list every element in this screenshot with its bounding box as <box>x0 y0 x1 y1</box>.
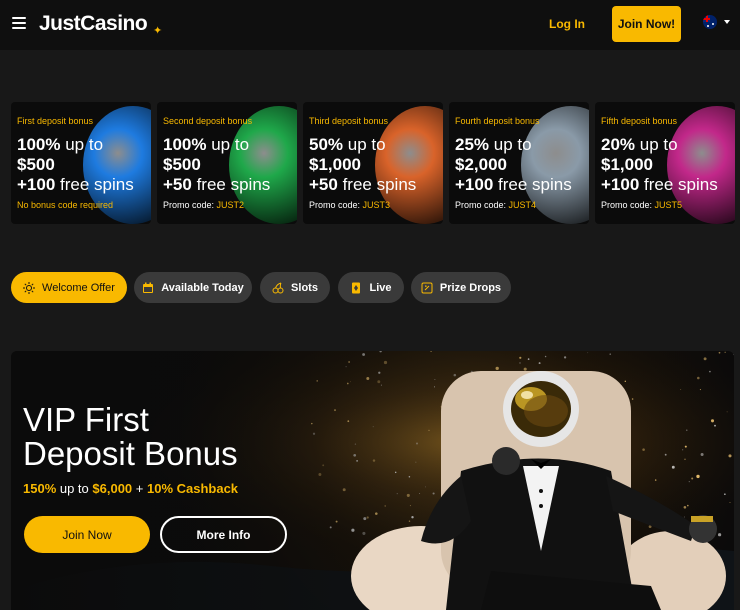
bonus-card-promo: Promo code: JUST5 <box>601 200 683 210</box>
filter-chip-label: Available Today <box>161 281 244 294</box>
bonus-card-title: Second deposit bonus <box>163 116 253 126</box>
menu-icon[interactable] <box>12 17 26 29</box>
bonus-card-title: Third deposit bonus <box>309 116 389 126</box>
bonus-card-promo: Promo code: JUST2 <box>163 200 245 210</box>
join-now-button[interactable]: Join Now! <box>612 6 681 42</box>
bonus-card-amount: $500 <box>17 155 55 174</box>
australia-flag-icon[interactable] <box>703 15 717 29</box>
bonus-card[interactable]: First deposit bonus 100% up to $500 +100 fr… <box>11 102 151 224</box>
bonus-card-title: Fifth deposit bonus <box>601 116 678 126</box>
bonus-card-amount: $1,000 <box>601 155 653 174</box>
bonus-card-percent: 100% up to <box>163 135 250 154</box>
bonus-card-spins: +100 free spins <box>455 175 572 194</box>
hero-sub-text: up to <box>56 481 93 496</box>
hero-banner: VIP First Deposit Bonus 150% up to $6,00… <box>11 351 734 610</box>
hero-title-line2: Deposit Bonus <box>23 435 238 472</box>
bonus-card-spins: +100 free spins <box>17 175 134 194</box>
bonus-card-promo: No bonus code required <box>17 200 114 210</box>
promo-code: JUST2 <box>216 200 245 210</box>
bonus-card-promo: Promo code: JUST4 <box>455 200 537 210</box>
card-icon <box>350 282 362 294</box>
hero-title: VIP First Deposit Bonus <box>23 403 238 471</box>
sun-icon <box>23 281 36 294</box>
filter-chip-label: Live <box>369 281 392 294</box>
astronaut-illustration <box>351 371 726 610</box>
bonus-card-title: Fourth deposit bonus <box>455 116 540 126</box>
hero-title-line1: VIP First <box>23 401 149 438</box>
bonus-card-amount: $500 <box>163 155 201 174</box>
hero-join-button[interactable]: Join Now <box>24 516 150 553</box>
bonus-card-spins: +100 free spins <box>601 175 718 194</box>
bonus-card[interactable]: Second deposit bonus 100% up to $500 +50 fr… <box>157 102 297 224</box>
prize-icon <box>421 282 433 294</box>
bonus-card[interactable]: Third deposit bonus 50% up to $1,000 +50 fr… <box>303 102 443 224</box>
cherries-icon <box>272 282 284 294</box>
bonus-card-promo: Promo code: JUST3 <box>309 200 391 210</box>
filter-chip-prize-drops[interactable]: Prize Drops <box>411 272 511 303</box>
filter-chip-welcome-offer[interactable]: Welcome Offer <box>11 272 127 303</box>
calendar-icon <box>142 282 154 294</box>
filter-chip-available-today[interactable]: Available Today <box>134 272 252 303</box>
promo-code: JUST5 <box>654 200 683 210</box>
hero-subtitle: 150% up to $6,000 + 10% Cashback <box>23 481 238 496</box>
bonus-card-percent: 50% up to <box>309 135 386 154</box>
promo-code: JUST4 <box>508 200 537 210</box>
hero-sub-cashback: 10% Cashback <box>146 481 239 496</box>
logo[interactable]: JustCasino <box>39 12 148 36</box>
promo-code: JUST3 <box>362 200 391 210</box>
bonus-card-percent: 20% up to <box>601 135 678 154</box>
hero-sub-amount: $6,000 <box>92 481 133 496</box>
filter-chip-label: Prize Drops <box>439 281 502 294</box>
bonus-card[interactable]: Fourth deposit bonus 25% up to $2,000 +100 … <box>449 102 589 224</box>
bonus-card-percent: 100% up to <box>17 135 104 154</box>
login-link[interactable]: Log In <box>549 17 585 31</box>
top-header: JustCasino ✦ Log In Join Now! <box>0 0 740 50</box>
bonus-card-spins: +50 free spins <box>163 175 271 194</box>
bonus-card-percent: 25% up to <box>455 135 532 154</box>
hero-more-info-button[interactable]: More Info <box>160 516 287 553</box>
bonus-card-spins: +50 free spins <box>309 175 417 194</box>
logo-star-icon: ✦ <box>153 25 163 37</box>
filter-chip-label: Slots <box>291 281 318 294</box>
filter-chip-slots[interactable]: Slots <box>260 272 330 303</box>
filter-chip-label: Welcome Offer <box>42 281 115 294</box>
hero-sub-plus: + <box>132 481 147 496</box>
bonus-card-amount: $2,000 <box>455 155 507 174</box>
bonus-card-title: First deposit bonus <box>17 116 94 126</box>
filter-chip-live[interactable]: Live <box>338 272 404 303</box>
bonus-card-amount: $1,000 <box>309 155 361 174</box>
hero-sub-percent: 150% <box>23 481 57 496</box>
bonus-card[interactable]: Fifth deposit bonus 20% up to $1,000 +100 f… <box>595 102 735 224</box>
chevron-down-icon[interactable] <box>724 20 730 24</box>
